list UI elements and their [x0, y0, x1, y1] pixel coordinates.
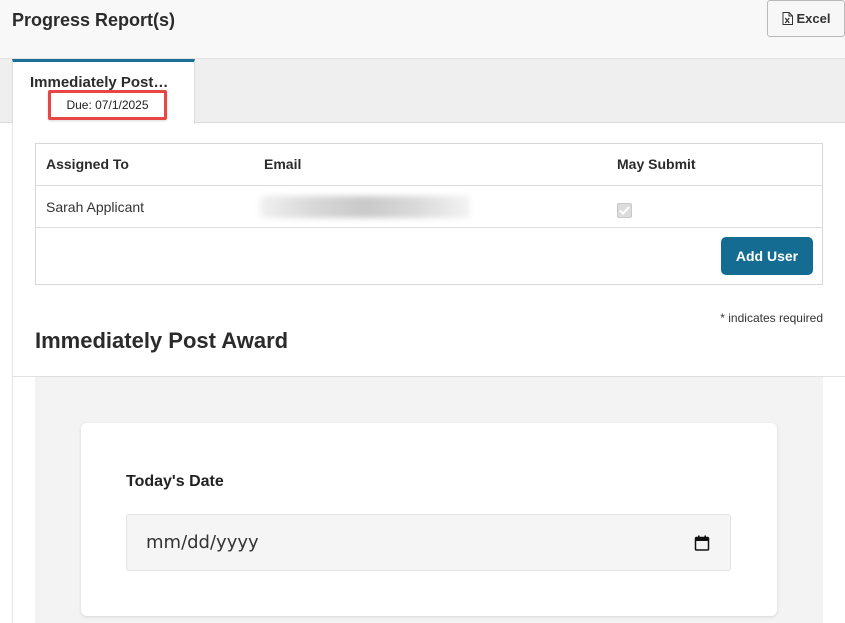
excel-file-icon [782, 12, 793, 25]
checkmark-icon [619, 206, 630, 215]
excel-button-label: Excel [796, 11, 831, 26]
page: Progress Report(s) Excel Immediately Pos… [0, 0, 845, 623]
column-header-may-submit: May Submit [617, 156, 696, 172]
excel-export-button[interactable]: Excel [767, 0, 845, 37]
table-row: Sarah Applicant [36, 186, 822, 228]
tab-due-date: Due: 07/1/2025 [48, 90, 167, 120]
column-header-email: Email [264, 156, 302, 172]
redacted-email [260, 196, 470, 218]
form-card: Today's Date mm/dd/yyyy [81, 423, 777, 616]
add-user-button[interactable]: Add User [721, 237, 813, 275]
tab-immediately-post-award[interactable]: Immediately Post… Due: 07/1/2025 [12, 59, 195, 124]
date-placeholder: mm/dd/yyyy [146, 532, 259, 553]
table-header-row: Assigned To Email May Submit [36, 144, 822, 186]
report-tabs: Immediately Post… Due: 07/1/2025 [0, 59, 845, 124]
section-title: Immediately Post Award [35, 328, 289, 353]
page-header: Progress Report(s) Excel [0, 0, 845, 59]
calendar-icon[interactable] [694, 535, 710, 551]
todays-date-input[interactable]: mm/dd/yyyy [126, 514, 731, 571]
form-area: Today's Date mm/dd/yyyy [35, 377, 823, 623]
column-header-assigned-to: Assigned To [46, 156, 129, 172]
assigned-user-name: Sarah Applicant [46, 199, 145, 215]
required-indicator-note: * indicates required [720, 311, 823, 325]
tab-label: Immediately Post… [30, 74, 169, 91]
assigned-users-table: Assigned To Email May Submit Sarah Appli… [35, 143, 823, 285]
content-left-border [12, 123, 13, 623]
todays-date-label: Today's Date [126, 473, 224, 490]
page-title: Progress Report(s) [12, 10, 176, 30]
may-submit-checkbox [617, 203, 632, 218]
